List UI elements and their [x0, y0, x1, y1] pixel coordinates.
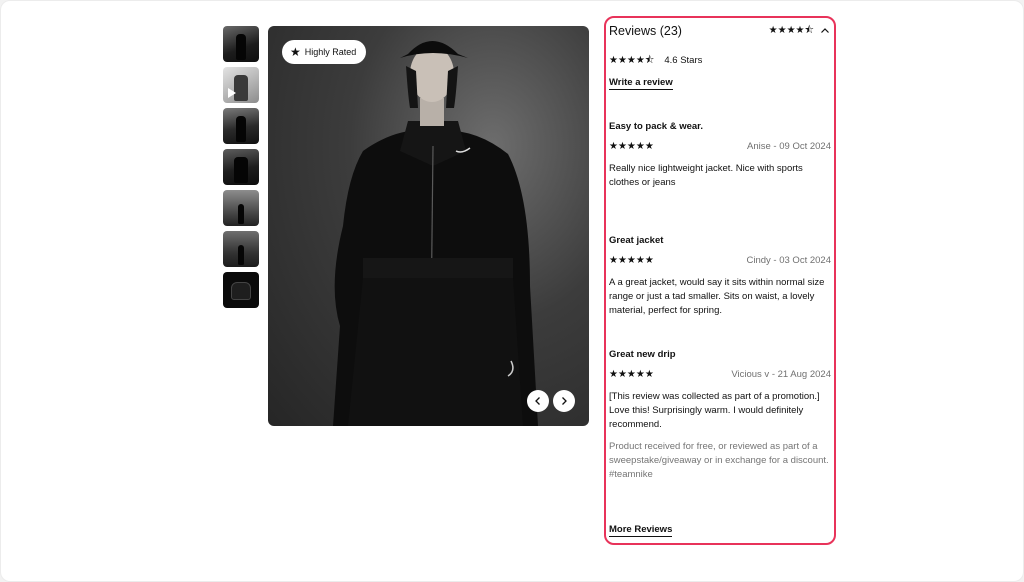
thumbnail-6[interactable] [223, 231, 259, 267]
review-author-date: Anise - 09 Oct 2024 [747, 141, 831, 152]
thumbnail-1[interactable] [223, 26, 259, 62]
review-item: Great jacket ★★★★★ Cindy - 03 Oct 2024 A… [609, 235, 831, 318]
review-item: Easy to pack & wear. ★★★★★ Anise - 09 Oc… [609, 121, 831, 190]
product-main-image: ★ Highly Rated [268, 26, 589, 426]
review-hashtag: #teamnike [609, 469, 653, 480]
star-icon: ★ [290, 45, 301, 59]
review-disclosure-note: Product received for free, or reviewed a… [609, 441, 829, 466]
more-reviews-link[interactable]: More Reviews [609, 524, 673, 537]
review-item: Great new drip ★★★★★ Vicious v - 21 Aug … [609, 349, 831, 482]
review-stars: ★★★★★ [609, 140, 654, 152]
summary-rating-stars: ★★★★⯪ [609, 54, 655, 66]
badge-label: Highly Rated [304, 47, 357, 57]
review-body: A a great jacket, would say it sits with… [609, 277, 825, 316]
thumbnail-4[interactable] [223, 149, 259, 185]
reviews-title: Reviews (23) [609, 24, 682, 38]
review-title: Great jacket [609, 235, 664, 246]
header-rating-stars: ★★★★⯪ [768, 25, 814, 36]
play-icon [228, 88, 236, 98]
reviews-panel: Reviews (23) ★★★★⯪ ★★★★⯪ 4.6 Stars Write… [604, 16, 836, 545]
review-stars: ★★★★★ [609, 254, 654, 266]
previous-image-button[interactable] [527, 390, 549, 412]
thumbnail-3[interactable] [223, 108, 259, 144]
reviews-header[interactable]: Reviews (23) ★★★★⯪ [609, 22, 830, 40]
thumbnail-7[interactable] [223, 272, 259, 308]
chevron-right-icon [562, 397, 567, 405]
review-title: Easy to pack & wear. [609, 121, 703, 132]
model-photo [333, 41, 538, 426]
rating-summary: ★★★★⯪ 4.6 Stars [609, 55, 702, 66]
write-review-link[interactable]: Write a review [609, 77, 673, 90]
review-author-date: Cindy - 03 Oct 2024 [746, 255, 832, 266]
review-title: Great new drip [609, 349, 676, 360]
review-body: Really nice lightweight jacket. Nice wit… [609, 163, 803, 188]
thumbnail-strip [223, 26, 259, 313]
product-page: ★ Highly Rated Reviews (23) ★★★★⯪ ★★★★⯪ … [0, 0, 1024, 582]
chevron-left-icon [535, 397, 540, 405]
highly-rated-badge: ★ Highly Rated [282, 40, 367, 64]
review-stars: ★★★★★ [609, 368, 654, 380]
rating-text: 4.6 Stars [664, 55, 703, 66]
thumbnail-2-video[interactable] [223, 67, 259, 103]
review-body: [This review was collected as part of a … [609, 391, 820, 430]
thumbnail-5[interactable] [223, 190, 259, 226]
next-image-button[interactable] [553, 390, 575, 412]
review-author-date: Vicious v - 21 Aug 2024 [731, 369, 831, 380]
chevron-up-icon[interactable] [820, 26, 830, 36]
